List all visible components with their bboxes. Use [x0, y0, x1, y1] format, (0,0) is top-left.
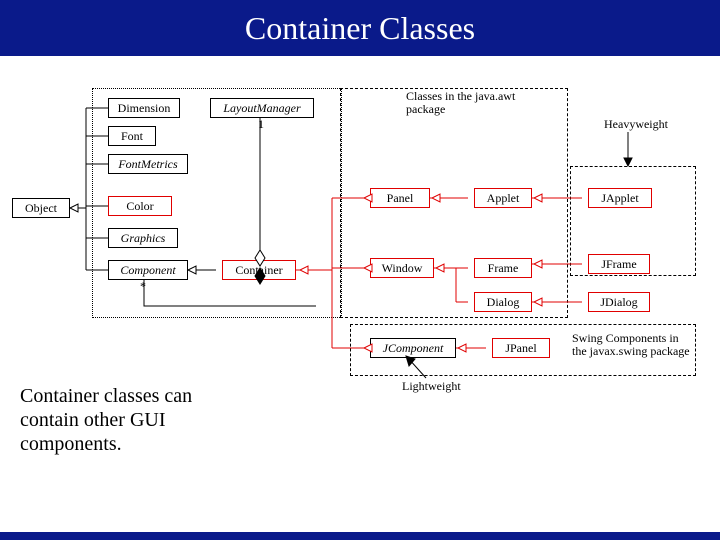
title-bar: Container Classes: [0, 0, 720, 56]
caption-text: Container classes can contain other GUI …: [20, 384, 240, 456]
page-number: 6: [685, 514, 692, 530]
slide-title: Container Classes: [245, 10, 475, 47]
class-diagram: Classes in the java.awt package Heavywei…: [12, 70, 708, 390]
slide: Container Classes Container classes can …: [0, 0, 720, 540]
connectors: [12, 70, 708, 390]
